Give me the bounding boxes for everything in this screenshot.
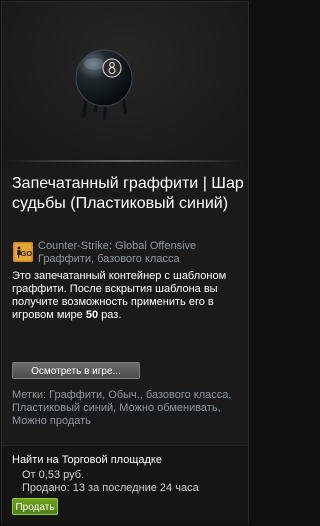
market-price: От 0,53 руб. — [22, 469, 85, 481]
item-image-area — [2, 2, 248, 162]
description-text-suffix: раз. — [98, 309, 122, 321]
inspect-in-game-button[interactable]: Осмотреть в игре... — [12, 362, 140, 379]
image-divider — [2, 160, 248, 162]
sell-button[interactable]: Продать — [12, 498, 58, 515]
market-sold-count: Продано: 13 за последние 24 часа — [22, 482, 199, 494]
game-name: Counter-Strike: Global Offensive — [38, 240, 197, 252]
description-count: 50 — [85, 309, 99, 321]
market-section: Найти на Торговой площадке От 0,53 руб. … — [2, 445, 248, 524]
item-title: Запечатанный граффити | Шар судьбы (Плас… — [12, 175, 244, 212]
item-game-info: Counter-Strike: Global Offensive Граффит… — [38, 240, 244, 266]
csgo-icon-label: GO — [20, 249, 32, 258]
csgo-game-icon: GO — [13, 242, 33, 262]
item-panel: Запечатанный граффити | Шар судьбы (Плас… — [1, 1, 249, 524]
item-tags: Метки: Граффити, Обыч., базового класса,… — [12, 389, 232, 427]
magic-8-ball-graffiti-image — [64, 42, 144, 122]
market-title: Найти на Торговой площадке — [12, 454, 162, 466]
item-description: Это запечатанный контейнер с шаблоном гр… — [12, 270, 244, 322]
item-type: Граффити, базового класса — [38, 253, 180, 265]
